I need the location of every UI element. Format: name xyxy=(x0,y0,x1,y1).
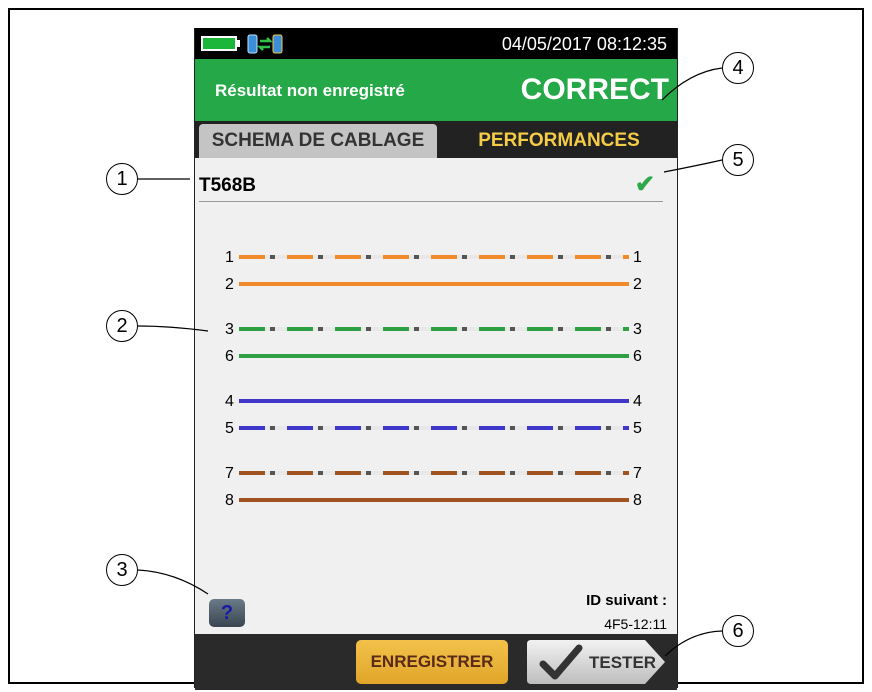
wire-pin-left: 2 xyxy=(225,276,234,293)
divider xyxy=(199,201,663,202)
wire-line xyxy=(239,354,629,358)
action-bar: ENREGISTRER TESTER xyxy=(195,634,677,690)
wiremap-panel: T568B ✔ 1122336644557788 ? ID suivant : … xyxy=(195,158,677,634)
next-id-value: 4F5-12:11 xyxy=(604,616,667,632)
datetime: 04/05/2017 08:12:35 xyxy=(501,34,667,54)
battery-tip xyxy=(237,40,240,47)
wire-pin-right: 2 xyxy=(633,276,642,293)
test-button[interactable]: TESTER xyxy=(527,640,667,684)
callout-6: 6 xyxy=(722,615,754,647)
save-state-label: Résultat non enregistré xyxy=(215,81,405,100)
wire-pin-right: 4 xyxy=(633,393,642,410)
wire-line xyxy=(239,282,629,286)
callout-3: 3 xyxy=(106,554,138,586)
tab-performance[interactable]: PERFORMANCES xyxy=(445,124,673,158)
result-banner: Résultat non enregistré CORRECT xyxy=(195,59,677,121)
wire-line xyxy=(239,426,629,430)
wire-pin-left: 6 xyxy=(225,348,234,365)
save-button[interactable]: ENREGISTRER xyxy=(356,640,508,684)
wiring-standard: T568B xyxy=(199,175,257,196)
wire-line xyxy=(239,471,629,475)
wire-pin-left: 5 xyxy=(225,420,234,437)
wire-pin-right: 8 xyxy=(633,492,642,509)
wire-line xyxy=(239,399,629,403)
wire-pin-left: 3 xyxy=(225,321,234,338)
checkmark-icon: ✔ xyxy=(634,171,655,198)
battery-icon xyxy=(201,36,237,51)
wire-pin-left: 8 xyxy=(225,492,234,509)
status-bar: 04/05/2017 08:12:35 xyxy=(195,28,677,59)
wire-pin-right: 5 xyxy=(633,420,642,437)
wire-pin-left: 1 xyxy=(225,249,234,266)
tab-wiremap[interactable]: SCHEMA DE CABLAGE xyxy=(199,124,437,158)
next-id-label: ID suivant : xyxy=(586,592,667,609)
connection-icon xyxy=(247,34,283,54)
tab-bar: SCHEMA DE CABLAGE PERFORMANCES xyxy=(195,121,677,158)
wire-line xyxy=(239,327,629,331)
test-button-label: TESTER xyxy=(589,653,657,672)
wire-pin-right: 1 xyxy=(633,249,642,266)
wire-pin-right: 6 xyxy=(633,348,642,365)
callout-5: 5 xyxy=(722,144,754,176)
wire-pin-left: 7 xyxy=(225,465,234,482)
wire-pin-left: 4 xyxy=(225,393,234,410)
callout-1: 1 xyxy=(106,163,138,195)
wire-pin-right: 7 xyxy=(633,465,642,482)
checkmark-icon xyxy=(539,644,583,680)
wire-pin-right: 3 xyxy=(633,321,642,338)
wire-line xyxy=(239,498,629,502)
verdict-label: CORRECT xyxy=(520,73,669,106)
help-button[interactable]: ? xyxy=(209,599,245,627)
wire-line xyxy=(239,255,629,259)
callout-4: 4 xyxy=(722,52,754,84)
callout-2: 2 xyxy=(106,310,138,342)
tester-screen: 04/05/2017 08:12:35 Résultat non enregis… xyxy=(194,28,678,690)
